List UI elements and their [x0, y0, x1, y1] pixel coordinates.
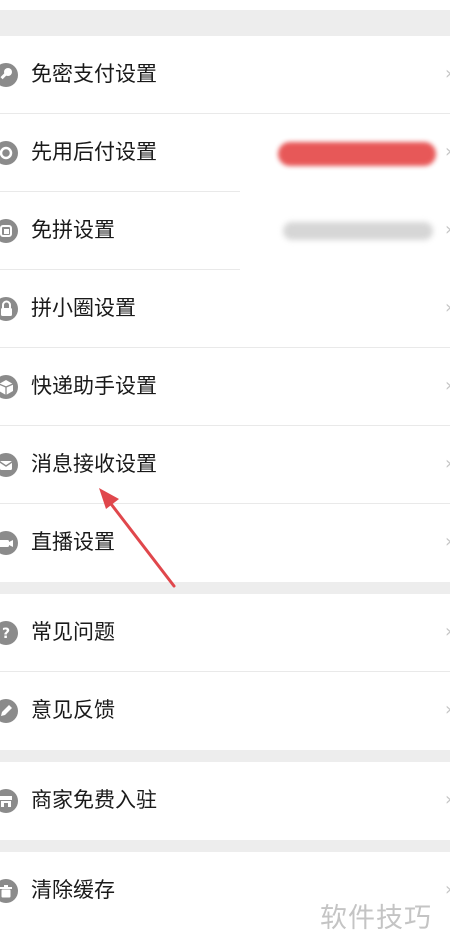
group-card-icon — [0, 219, 18, 243]
row-label: 快递助手设置 — [31, 374, 157, 398]
row-label: 免密支付设置 — [31, 62, 157, 86]
chevron-right-icon: › — [445, 377, 450, 395]
chevron-right-icon: › — [445, 881, 450, 899]
settings-group-account: 免密支付设置 › 先用后付设置 › 免拼设置 › 拼小圈设置 › 快递助手设置 … — [0, 36, 450, 582]
chevron-right-icon: › — [445, 299, 450, 317]
row-label: 拼小圈设置 — [31, 296, 136, 320]
envelope-icon — [0, 453, 18, 477]
row-label: 清除缓存 — [31, 878, 115, 902]
row-message-receiving[interactable]: 消息接收设置 › — [0, 426, 450, 504]
settings-group-help: ? 常见问题 › 意见反馈 › — [0, 594, 450, 750]
svg-text:?: ? — [2, 626, 10, 642]
row-merchant-join[interactable]: 商家免费入驻 › — [0, 762, 450, 840]
chevron-right-icon: › — [445, 623, 450, 641]
chevron-right-icon: › — [445, 455, 450, 473]
row-label: 商家免费入驻 — [31, 788, 157, 812]
redacted-value-gray — [283, 222, 433, 240]
badge-icon — [0, 141, 18, 165]
key-icon — [0, 63, 18, 87]
row-label: 直播设置 — [31, 530, 115, 554]
row-label: 常见问题 — [31, 620, 115, 644]
store-icon — [0, 789, 18, 813]
row-pin-circle[interactable]: 拼小圈设置 › — [0, 270, 450, 348]
pencil-icon — [0, 699, 18, 723]
top-partial-section — [0, 0, 450, 10]
row-live-streaming[interactable]: 直播设置 › — [0, 504, 450, 582]
chevron-right-icon: › — [445, 221, 450, 239]
redacted-value-red — [278, 142, 436, 166]
video-camera-icon — [0, 531, 18, 555]
row-label: 免拼设置 — [31, 218, 115, 242]
settings-group-merchant: 商家免费入驻 › — [0, 762, 450, 840]
package-icon — [0, 375, 18, 399]
lock-icon — [0, 297, 18, 321]
row-feedback[interactable]: 意见反馈 › — [0, 672, 450, 750]
row-password-free-payment[interactable]: 免密支付设置 › — [0, 36, 450, 114]
chevron-right-icon: › — [445, 143, 450, 161]
row-express-assistant[interactable]: 快递助手设置 › — [0, 348, 450, 426]
question-icon: ? — [0, 621, 18, 645]
row-faq[interactable]: ? 常见问题 › — [0, 594, 450, 672]
chevron-right-icon: › — [445, 791, 450, 809]
watermark: 软件技巧 — [320, 903, 432, 934]
trash-icon — [0, 879, 18, 903]
chevron-right-icon: › — [445, 701, 450, 719]
row-label: 消息接收设置 — [31, 452, 157, 476]
chevron-right-icon: › — [445, 533, 450, 551]
row-label: 先用后付设置 — [31, 140, 157, 164]
chevron-right-icon: › — [445, 65, 450, 83]
row-label: 意见反馈 — [31, 698, 115, 722]
